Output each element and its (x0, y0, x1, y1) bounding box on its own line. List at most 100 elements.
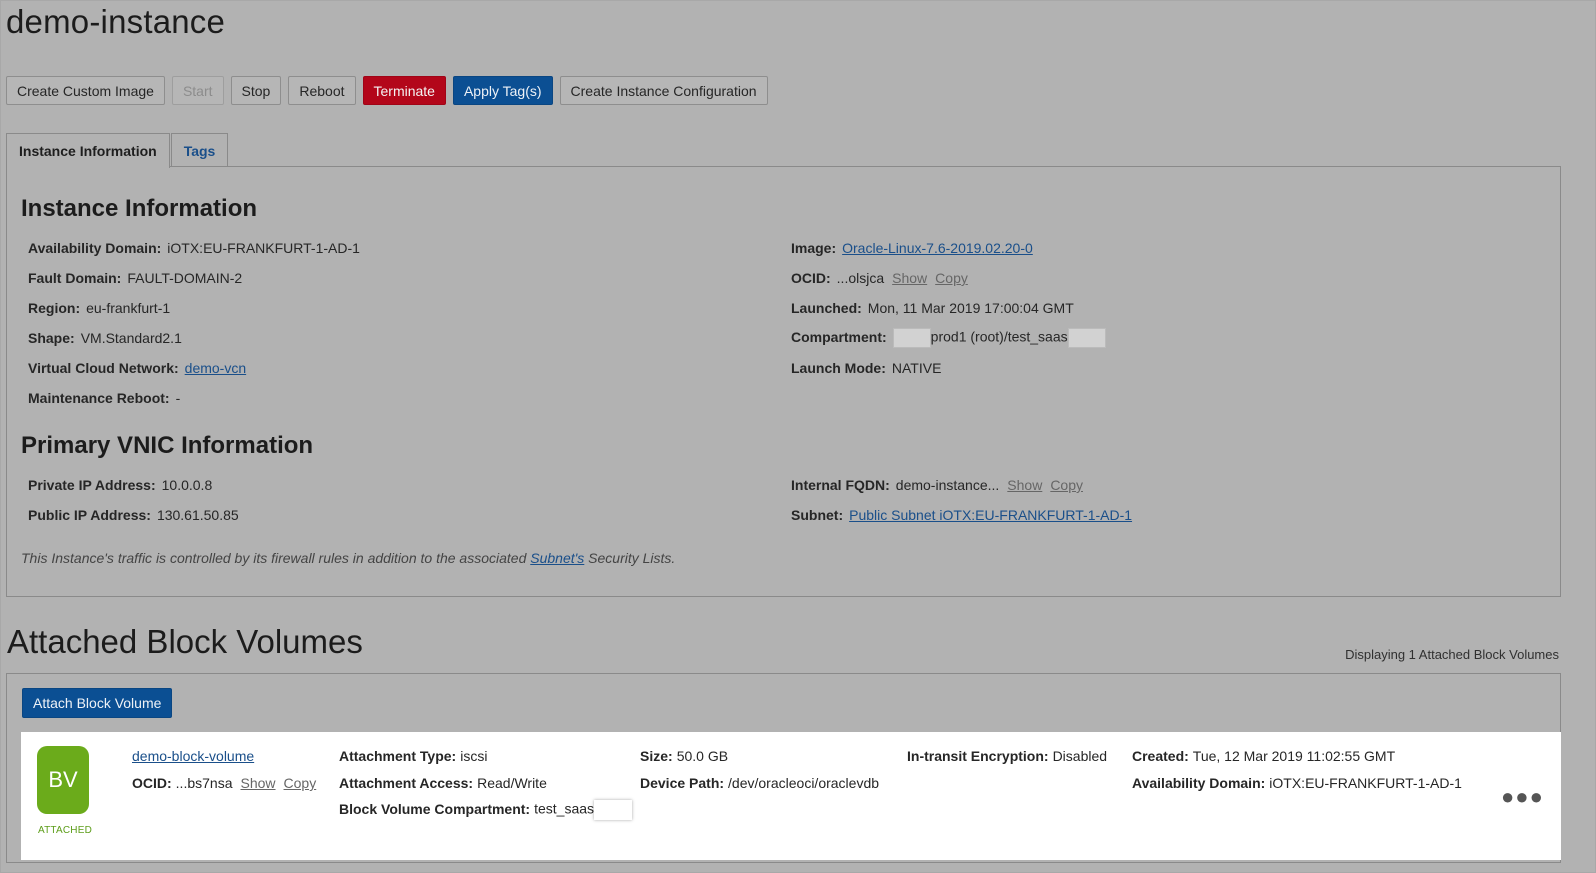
terminate-button[interactable]: Terminate (362, 76, 446, 105)
ocid-value: ...olsjca (836, 270, 885, 286)
ocid-copy-link[interactable]: Copy (935, 270, 968, 286)
instance-details-panel: Instance Information Availability Domain… (6, 166, 1561, 597)
launch-mode-value: NATIVE (891, 360, 942, 376)
redacted-block (1067, 328, 1106, 348)
compartment-value: prod1 (root)/test_saas (930, 328, 1068, 345)
maintenance-reboot-field: Maintenance Reboot: - (28, 390, 180, 406)
attachment-access-value: Read/Write (477, 775, 547, 791)
attached-block-volumes-heading: Attached Block Volumes (7, 623, 363, 660)
apply-tags-button[interactable]: Apply Tag(s) (452, 76, 553, 105)
volume-status-label: ATTACHED (38, 825, 93, 836)
maintenance-reboot-label: Maintenance Reboot: (28, 390, 170, 406)
volume-compartment-value: test_saas (534, 800, 595, 817)
created-label: Created: (1132, 748, 1189, 764)
compartment-label: Compartment: (791, 328, 887, 345)
availability-domain-label: Availability Domain: (28, 240, 162, 256)
volume-ocid-label: OCID: (132, 775, 172, 791)
fault-domain-label: Fault Domain: (28, 270, 122, 286)
reboot-button[interactable]: Reboot (288, 76, 356, 105)
subnet-field: Subnet: Public Subnet iOTX:EU-FRANKFURT-1… (791, 507, 1132, 523)
more-horizontal-icon[interactable]: ●●● (1501, 784, 1544, 810)
encryption-label: In-transit Encryption: (907, 748, 1049, 764)
volume-ocid-copy-link[interactable]: Copy (284, 775, 317, 791)
launch-mode-label: Launch Mode: (791, 360, 886, 376)
size-field: Size: 50.0 GB (640, 748, 728, 764)
block-volume-icon: BV (37, 746, 89, 814)
size-value: 50.0 GB (676, 748, 729, 764)
attachment-access-label: Attachment Access: (339, 775, 474, 791)
volume-name-link[interactable]: demo-block-volume (132, 748, 254, 764)
instance-information-heading: Instance Information (21, 195, 258, 222)
ocid-show-link[interactable]: Show (892, 270, 927, 286)
tab-tags[interactable]: Tags (170, 133, 229, 167)
subnet-link[interactable]: Public Subnet iOTX:EU-FRANKFURT-1-AD-1 (849, 507, 1132, 523)
volume-compartment-label: Block Volume Compartment: (339, 800, 531, 817)
encryption-field: In-transit Encryption: Disabled (907, 748, 1107, 764)
image-label: Image: (791, 240, 837, 256)
private-ip-label: Private IP Address: (28, 477, 156, 493)
redacted-block (594, 800, 633, 820)
private-ip-value: 10.0.0.8 (161, 477, 213, 493)
internal-fqdn-field: Internal FQDN: demo-instance... Show Copy (791, 477, 1083, 493)
internal-fqdn-value: demo-instance... (895, 477, 1000, 493)
vcn-label: Virtual Cloud Network: (28, 360, 179, 376)
launch-mode-field: Launch Mode: NATIVE (791, 360, 941, 376)
create-instance-configuration-button[interactable]: Create Instance Configuration (559, 76, 768, 105)
launched-label: Launched: (791, 300, 862, 316)
private-ip-field: Private IP Address: 10.0.0.8 (28, 477, 212, 493)
internal-fqdn-label: Internal FQDN: (791, 477, 890, 493)
start-button[interactable]: Start (171, 76, 224, 105)
attach-block-volume-button[interactable]: Attach Block Volume (22, 688, 173, 718)
fault-domain-value: FAULT-DOMAIN-2 (127, 270, 243, 286)
attachment-type-label: Attachment Type: (339, 748, 457, 764)
page-title: demo-instance (6, 3, 226, 40)
availability-domain-field: Availability Domain: iOTX:EU-FRANKFURT-1-… (28, 240, 360, 256)
block-volume-count: Displaying 1 Attached Block Volumes (1345, 647, 1559, 662)
fault-domain-field: Fault Domain: FAULT-DOMAIN-2 (28, 270, 242, 286)
ocid-field: OCID: ...olsjca Show Copy (791, 270, 968, 286)
fqdn-show-link[interactable]: Show (1007, 477, 1042, 493)
public-ip-value: 130.61.50.85 (156, 507, 239, 523)
volume-compartment-field: Block Volume Compartment: test_saas (339, 800, 633, 820)
tab-bar: Instance Information Tags (6, 133, 229, 168)
image-link[interactable]: Oracle-Linux-7.6-2019.02.20-0 (842, 240, 1033, 256)
note-prefix: This Instance's traffic is controlled by… (21, 550, 531, 566)
subnet-label: Subnet: (791, 507, 844, 523)
device-path-value: /dev/oracleoci/oraclevdb (728, 775, 880, 791)
shape-label: Shape: (28, 330, 75, 346)
region-label: Region: (28, 300, 81, 316)
launched-field: Launched: Mon, 11 Mar 2019 17:00:04 GMT (791, 300, 1074, 316)
public-ip-label: Public IP Address: (28, 507, 151, 523)
volume-availability-domain-label: Availability Domain: (1132, 775, 1266, 791)
volume-availability-domain-field: Availability Domain: iOTX:EU-FRANKFURT-1-… (1132, 775, 1462, 791)
attachment-type-field: Attachment Type: iscsi (339, 748, 487, 764)
volume-ocid-field: OCID: ...bs7nsa Show Copy (132, 775, 316, 791)
shape-value: VM.Standard2.1 (80, 330, 182, 346)
firewall-note: This Instance's traffic is controlled by… (21, 550, 675, 566)
region-value: eu-frankfurt-1 (86, 300, 171, 316)
stop-button[interactable]: Stop (230, 76, 282, 105)
launched-value: Mon, 11 Mar 2019 17:00:04 GMT (867, 300, 1074, 316)
block-volumes-panel: Attach Block Volume BV ATTACHED demo-blo… (6, 673, 1561, 863)
attachment-type-value: iscsi (460, 748, 488, 764)
device-path-field: Device Path:/dev/oracleoci/oraclevdb (640, 775, 879, 791)
shape-field: Shape: VM.Standard2.1 (28, 330, 182, 346)
volume-ocid-show-link[interactable]: Show (241, 775, 276, 791)
size-label: Size: (640, 748, 673, 764)
tab-instance-information[interactable]: Instance Information (6, 133, 170, 168)
fqdn-copy-link[interactable]: Copy (1050, 477, 1083, 493)
volume-availability-domain-value: iOTX:EU-FRANKFURT-1-AD-1 (1269, 775, 1462, 791)
subnet-security-link[interactable]: Subnet's (530, 550, 584, 566)
note-suffix: Security Lists. (584, 550, 676, 566)
block-volume-row: BV ATTACHED demo-block-volume OCID: ...bs… (21, 732, 1561, 860)
region-field: Region: eu-frankfurt-1 (28, 300, 170, 316)
vcn-link[interactable]: demo-vcn (185, 360, 246, 376)
public-ip-field: Public IP Address: 130.61.50.85 (28, 507, 239, 523)
device-path-label: Device Path: (640, 775, 725, 791)
availability-domain-value: iOTX:EU-FRANKFURT-1-AD-1 (167, 240, 360, 256)
ocid-label: OCID: (791, 270, 831, 286)
encryption-value: Disabled (1052, 748, 1108, 764)
created-value: Tue, 12 Mar 2019 11:02:55 GMT (1192, 748, 1396, 764)
created-field: Created: Tue, 12 Mar 2019 11:02:55 GMT (1132, 748, 1395, 764)
create-custom-image-button[interactable]: Create Custom Image (6, 76, 165, 105)
